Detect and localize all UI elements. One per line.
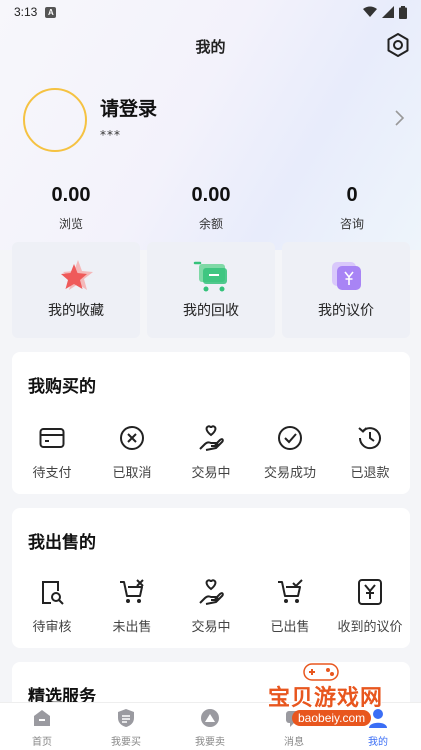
buy-pending-payment[interactable]: 待支付 [12, 424, 92, 481]
tab-home[interactable]: 首页 [0, 707, 84, 748]
yen-box-icon [358, 579, 382, 605]
tab-label: 首页 [32, 737, 52, 748]
grid-label: 交易成功 [263, 466, 316, 481]
title-bar: 我的 [0, 24, 421, 68]
buy-in-progress[interactable]: 交易中 [171, 424, 251, 481]
grid-label: 已出售 [270, 620, 310, 635]
grid-label: 未出售 [112, 620, 152, 635]
card-label: 我的回收 [183, 303, 239, 319]
stat-value: 0.00 [191, 184, 231, 206]
card-icon [39, 428, 65, 448]
login-prompt[interactable]: 请登录 [100, 94, 157, 121]
home-icon [34, 710, 50, 726]
sell-sold[interactable]: 已出售 [250, 578, 330, 635]
grid-label: 待审核 [32, 620, 72, 635]
profile-subtitle: *** [100, 128, 121, 142]
tab-label: 我要卖 [195, 737, 225, 748]
cart-x-icon [120, 579, 144, 603]
stat-label: 咨询 [339, 217, 364, 231]
card-label: 我的议价 [318, 303, 374, 319]
hand-heart-icon [199, 579, 224, 605]
watermark-url: baobeiy.com [292, 710, 372, 726]
bag-icon [201, 709, 219, 727]
grid-label: 已退款 [350, 466, 390, 481]
grid-label: 交易中 [191, 466, 231, 481]
grid-label: 待支付 [32, 466, 72, 481]
cart-icon [193, 261, 227, 292]
quick-cards: 我的收藏 我的回收 我的议价 [12, 242, 410, 338]
hand-heart-icon [199, 425, 224, 451]
buy-success[interactable]: 交易成功 [250, 424, 330, 481]
grid-label: 已取消 [112, 466, 152, 481]
stat-consult[interactable]: 0 咨询 [302, 184, 402, 232]
stat-label: 余额 [198, 217, 223, 231]
status-time: 3:13 [14, 5, 38, 19]
sell-received-offers[interactable]: 收到的议价 [330, 578, 410, 635]
stat-browse[interactable]: 0.00 浏览 [21, 184, 121, 232]
doc-search-icon [42, 581, 64, 605]
stat-value: 0 [346, 184, 358, 206]
wifi-icon [363, 6, 377, 17]
status-bar: 3:13 A [0, 0, 421, 24]
sell-unsold[interactable]: 未出售 [92, 578, 172, 635]
avatar[interactable] [23, 88, 87, 152]
signal-icon [382, 6, 394, 18]
grid-label: 收到的议价 [337, 620, 403, 635]
stats-row: 0.00 浏览 0.00 余额 0 咨询 [0, 184, 421, 234]
buy-cancelled[interactable]: 已取消 [92, 424, 172, 481]
stat-label: 浏览 [58, 217, 83, 231]
settings-icon[interactable] [385, 32, 411, 58]
card-recycle[interactable]: 我的回收 [147, 242, 275, 338]
shield-list-icon [118, 709, 134, 727]
card-bargain[interactable]: 我的议价 [282, 242, 410, 338]
sell-in-progress[interactable]: 交易中 [171, 578, 251, 635]
tab-buy[interactable]: 我要买 [84, 707, 168, 748]
section-sales: 我出售的 待审核 未出售 交易中 已出售 收到的议价 [12, 508, 410, 648]
tab-sell[interactable]: 我要卖 [168, 707, 252, 748]
yen-tag-icon [332, 262, 361, 290]
page-title: 我的 [195, 37, 226, 56]
section-title: 我购买的 [28, 377, 96, 397]
section-purchases: 我购买的 待支付 已取消 交易中 交易成功 已退款 [12, 352, 410, 494]
tab-label: 我的 [368, 737, 388, 748]
cancel-circle-icon [120, 426, 144, 450]
status-icons [363, 5, 407, 19]
history-icon [358, 427, 381, 450]
cart-check-icon [278, 579, 303, 603]
gamepad-icon [303, 663, 339, 681]
grid-label: 交易中 [191, 620, 231, 635]
check-circle-icon [278, 426, 302, 450]
tab-label: 消息 [284, 737, 304, 748]
card-label: 我的收藏 [48, 303, 104, 319]
stat-value: 0.00 [51, 184, 91, 206]
watermark: 宝贝游戏网 baobeiy.com [268, 660, 408, 734]
section-title: 我出售的 [28, 533, 96, 553]
card-favorites[interactable]: 我的收藏 [12, 242, 140, 338]
tab-label: 我要买 [111, 737, 141, 748]
chevron-right-icon[interactable] [393, 108, 407, 128]
stat-balance[interactable]: 0.00 余额 [161, 184, 261, 232]
buy-refunded[interactable]: 已退款 [330, 424, 410, 481]
notification-icon: A [45, 6, 57, 18]
profile-row[interactable]: 请登录 *** [0, 84, 421, 156]
watermark-text: 宝贝游戏网 [268, 686, 384, 711]
star-icon [61, 260, 93, 290]
sell-pending-review[interactable]: 待审核 [12, 578, 92, 635]
battery-icon [399, 5, 407, 19]
